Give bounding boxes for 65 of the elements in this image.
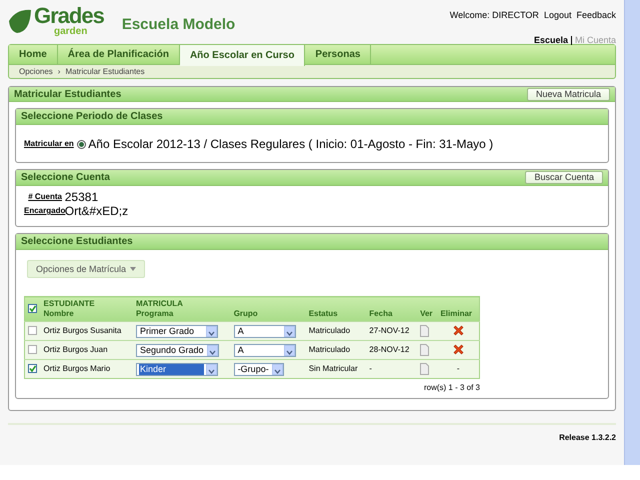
radio-button[interactable]: [76, 140, 86, 148]
document-icon[interactable]: [420, 344, 430, 356]
scrollbar[interactable]: [624, 0, 640, 465]
document-icon[interactable]: [420, 324, 430, 337]
field-label: # Cuenta: [27, 191, 62, 203]
date-cell: 27-NOV-12: [366, 322, 418, 340]
checkbox[interactable]: [28, 364, 37, 374]
dropdown-field[interactable]: Primer Grado: [136, 324, 218, 338]
welcome-text: Welcome: DIRECTOR: [450, 10, 539, 20]
school-name: Escuela Modelo: [122, 15, 236, 35]
nav-tab[interactable]: Home: [9, 45, 58, 64]
column-label: Estatus: [308, 309, 339, 319]
dropdown-field[interactable]: Segundo Grado: [136, 344, 219, 356]
column-label: Eliminar: [440, 309, 474, 319]
column-label: Nombre: [44, 309, 75, 319]
context-link[interactable]: Escuela: [534, 34, 568, 44]
field-value: 25381: [64, 190, 98, 204]
column-group-label: ESTUDIANTE: [44, 299, 96, 309]
checkbox[interactable]: [28, 304, 37, 314]
column-label: Grupo: [234, 309, 259, 319]
checkbox[interactable]: [28, 326, 37, 336]
column-group-label: MATRICULA: [136, 299, 184, 309]
release-text: Release 1.3.2.2: [8, 423, 616, 444]
dropdown-field[interactable]: -Grupo-: [234, 362, 284, 376]
dropdown-field[interactable]: A: [234, 324, 296, 338]
status-cell: Matriculado: [306, 340, 366, 360]
section-title: Seleccione Cuenta: [21, 171, 110, 185]
logo-text: Grades: [34, 5, 104, 27]
student-name: Ortiz Burgos Susanita: [40, 322, 133, 340]
section-title: Seleccione Periodo de Clases: [21, 110, 163, 124]
search-account-button[interactable]: Buscar Cuenta: [525, 171, 603, 184]
dropdown-field[interactable]: Kinder: [136, 362, 218, 376]
breadcrumb-link[interactable]: Matricular Estudiantes: [65, 66, 145, 78]
logo-subtext: garden: [54, 27, 88, 37]
leaf-icon: [8, 8, 32, 34]
radio-label: Año Escolar 2012-13 / Clases Regulares ( Inicio: 01-Agosto - Fin: 31-Mayo ): [88, 136, 494, 153]
section-title: Seleccione Estudiantes: [21, 235, 133, 249]
header-link[interactable]: Feedback: [576, 10, 616, 20]
student-name: Ortiz Burgos Juan: [40, 340, 133, 360]
pagination-text: row(s) 1 - 3 of 3: [422, 382, 480, 394]
delete-icon[interactable]: [452, 325, 464, 336]
options-dropdown-button[interactable]: Opciones de Matrícula: [27, 260, 146, 278]
date-cell: 28-NOV-12: [366, 340, 418, 360]
checkbox[interactable]: [28, 345, 37, 354]
caret-icon: [130, 267, 136, 271]
empty-value: -: [456, 364, 460, 373]
nav-tab[interactable]: Personas: [305, 45, 372, 64]
panel-title: Matricular Estudiantes: [14, 88, 122, 102]
dropdown-field[interactable]: A: [234, 344, 296, 356]
field-label: Matricular en: [24, 138, 74, 150]
nav-tab[interactable]: Año Escolar en Curso: [180, 45, 306, 66]
new-enrollment-button[interactable]: Nueva Matricula: [526, 88, 610, 100]
column-label: Fecha: [369, 309, 394, 319]
column-label: Ver: [420, 309, 434, 319]
status-cell: Sin Matricular: [306, 360, 366, 378]
student-name: Ortiz Burgos Mario: [40, 360, 133, 378]
date-cell: -: [366, 360, 418, 378]
column-label: Programa: [136, 309, 174, 319]
header-link[interactable]: Logout: [544, 10, 572, 20]
breadcrumb-link[interactable]: Opciones: [19, 66, 53, 78]
delete-icon[interactable]: [452, 344, 464, 356]
status-cell: Matriculado: [306, 322, 366, 340]
document-icon[interactable]: [420, 362, 430, 375]
field-value: Ort&#xED;z: [64, 204, 128, 218]
breadcrumb-separator: ›: [58, 66, 60, 78]
